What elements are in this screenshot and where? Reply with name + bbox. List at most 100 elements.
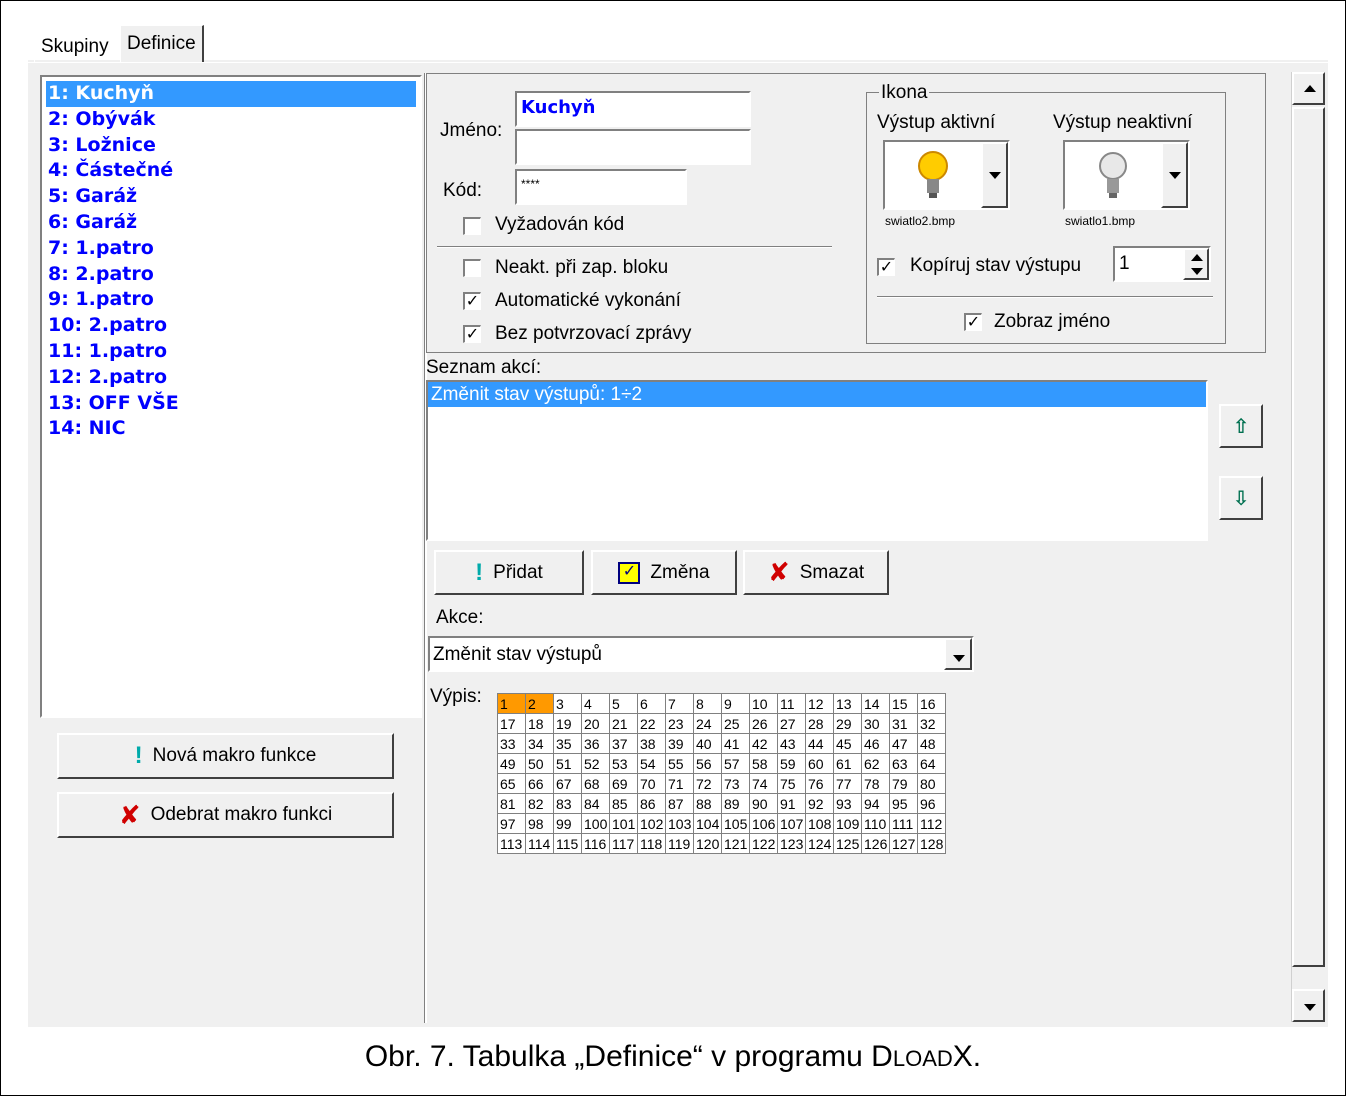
output-cell[interactable]: 1	[497, 693, 526, 714]
output-cell[interactable]: 29	[833, 713, 862, 734]
output-cell[interactable]: 74	[749, 773, 778, 794]
output-cell[interactable]: 4	[581, 693, 610, 714]
output-cell[interactable]: 5	[609, 693, 638, 714]
output-cell[interactable]: 32	[917, 713, 946, 734]
output-cell[interactable]: 113	[497, 833, 526, 854]
show-name-checkbox[interactable]: ✓	[964, 313, 982, 331]
output-cell[interactable]: 10	[749, 693, 778, 714]
output-cell[interactable]: 118	[637, 833, 666, 854]
output-cell[interactable]: 60	[805, 753, 834, 774]
output-cell[interactable]: 89	[721, 793, 750, 814]
output-cell[interactable]: 52	[581, 753, 610, 774]
output-cell[interactable]: 37	[609, 733, 638, 754]
output-cell[interactable]: 26	[749, 713, 778, 734]
output-cell[interactable]: 70	[637, 773, 666, 794]
copy-state-checkbox[interactable]: ✓	[877, 258, 895, 276]
active-icon-dropdown[interactable]	[981, 142, 1008, 208]
output-cell[interactable]: 117	[609, 833, 638, 854]
output-cell[interactable]: 55	[665, 753, 694, 774]
macro-list-item[interactable]: 6: Garáž	[42, 210, 420, 236]
output-cell[interactable]: 33	[497, 733, 526, 754]
output-cell[interactable]: 77	[833, 773, 862, 794]
output-cell[interactable]: 90	[749, 793, 778, 814]
output-cell[interactable]: 82	[525, 793, 554, 814]
output-cell[interactable]: 123	[777, 833, 806, 854]
output-cell[interactable]: 45	[833, 733, 862, 754]
output-cell[interactable]: 99	[553, 813, 582, 834]
output-cell[interactable]: 97	[497, 813, 526, 834]
output-cell[interactable]: 27	[777, 713, 806, 734]
move-up-button[interactable]: ⇧	[1219, 404, 1263, 448]
output-cell[interactable]: 38	[637, 733, 666, 754]
move-down-button[interactable]: ⇩	[1219, 476, 1263, 520]
output-cell[interactable]: 112	[917, 813, 946, 834]
output-cell[interactable]: 68	[581, 773, 610, 794]
output-cell[interactable]: 108	[805, 813, 834, 834]
scroll-up-button[interactable]	[1292, 72, 1325, 105]
output-cell[interactable]: 56	[693, 753, 722, 774]
macro-list-item[interactable]: 10: 2.patro	[42, 313, 420, 339]
macro-list-item[interactable]: 9: 1.patro	[42, 287, 420, 313]
output-cell[interactable]: 86	[637, 793, 666, 814]
output-cell[interactable]: 127	[889, 833, 918, 854]
output-cell[interactable]: 40	[693, 733, 722, 754]
macro-list-item[interactable]: 3: Ložnice	[42, 133, 420, 159]
output-cell[interactable]: 36	[581, 733, 610, 754]
output-cell[interactable]: 44	[805, 733, 834, 754]
output-cell[interactable]: 79	[889, 773, 918, 794]
inactive-icon-select[interactable]	[1063, 140, 1190, 210]
output-cell[interactable]: 34	[525, 733, 554, 754]
output-cell[interactable]: 19	[553, 713, 582, 734]
output-cell[interactable]: 22	[637, 713, 666, 734]
output-cell[interactable]: 28	[805, 713, 834, 734]
output-cell[interactable]: 50	[525, 753, 554, 774]
output-cell[interactable]: 81	[497, 793, 526, 814]
output-cell[interactable]: 121	[721, 833, 750, 854]
spinner-buttons[interactable]	[1183, 248, 1209, 280]
output-cell[interactable]: 53	[609, 753, 638, 774]
output-cell[interactable]: 104	[693, 813, 722, 834]
output-cell[interactable]: 63	[889, 753, 918, 774]
output-cell[interactable]: 83	[553, 793, 582, 814]
output-cell[interactable]: 119	[665, 833, 694, 854]
vertical-scrollbar[interactable]	[1291, 72, 1325, 1022]
name-input[interactable]: Kuchyň	[515, 91, 751, 127]
output-cell[interactable]: 30	[861, 713, 890, 734]
macro-list-item[interactable]: 13: OFF VŠE	[42, 391, 420, 417]
macro-list-item[interactable]: 4: Částečné	[42, 158, 420, 184]
macro-list-item[interactable]: 8: 2.patro	[42, 262, 420, 288]
action-list-item[interactable]: Změnit stav výstupů: 1÷2	[428, 382, 1206, 407]
inactive-block-checkbox[interactable]	[463, 259, 481, 277]
output-cell[interactable]: 57	[721, 753, 750, 774]
output-grid[interactable]: 1 2 3 4 5 6 7 8 9 10 11 12 13 14 15 16 17 18 19 20 21 22 23 24 2…	[497, 693, 946, 854]
action-type-dropdown[interactable]	[944, 638, 972, 670]
output-cell[interactable]: 101	[609, 813, 638, 834]
output-cell[interactable]: 102	[637, 813, 666, 834]
copy-state-spinner[interactable]: 1	[1113, 246, 1211, 282]
new-macro-button[interactable]: ! Nová makro funkce	[57, 733, 394, 779]
output-cell[interactable]: 80	[917, 773, 946, 794]
output-cell[interactable]: 59	[777, 753, 806, 774]
output-cell[interactable]: 21	[609, 713, 638, 734]
code-input[interactable]: ****	[515, 169, 687, 205]
output-cell[interactable]: 93	[833, 793, 862, 814]
output-cell[interactable]: 51	[553, 753, 582, 774]
output-cell[interactable]: 6	[637, 693, 666, 714]
output-cell[interactable]: 48	[917, 733, 946, 754]
output-cell[interactable]: 125	[833, 833, 862, 854]
output-cell[interactable]: 94	[861, 793, 890, 814]
output-cell[interactable]: 75	[777, 773, 806, 794]
macro-list-item[interactable]: 5: Garáž	[42, 184, 420, 210]
output-cell[interactable]: 9	[721, 693, 750, 714]
remove-macro-button[interactable]: ✘ Odebrat makro funkci	[57, 792, 394, 838]
output-cell[interactable]: 8	[693, 693, 722, 714]
action-type-select[interactable]: Změnit stav výstupů	[428, 636, 974, 672]
output-cell[interactable]: 128	[917, 833, 946, 854]
output-cell[interactable]: 126	[861, 833, 890, 854]
output-cell[interactable]: 105	[721, 813, 750, 834]
delete-action-button[interactable]: ✘ Smazat	[743, 550, 889, 595]
output-cell[interactable]: 84	[581, 793, 610, 814]
output-cell[interactable]: 25	[721, 713, 750, 734]
output-cell[interactable]: 58	[749, 753, 778, 774]
output-cell[interactable]: 7	[665, 693, 694, 714]
